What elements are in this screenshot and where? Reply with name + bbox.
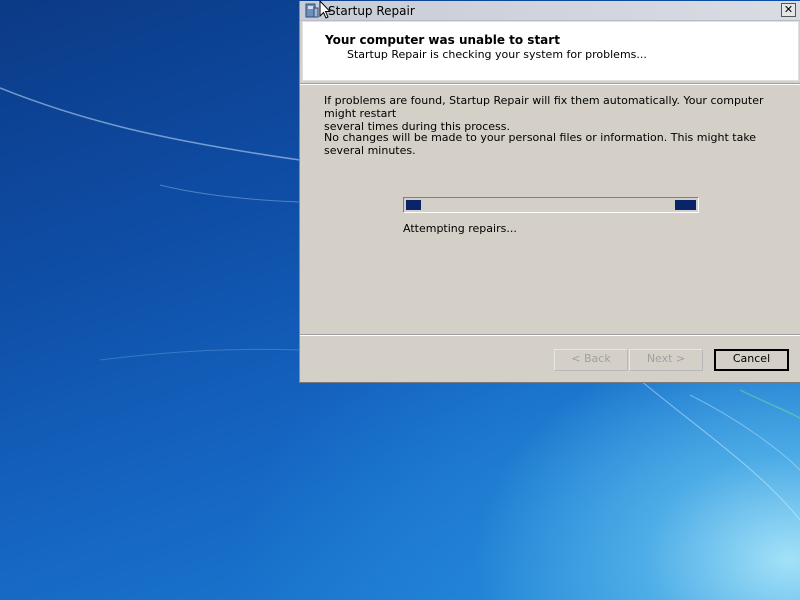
progress-status: Attempting repairs... <box>403 222 517 235</box>
back-button[interactable]: < Back <box>554 349 628 371</box>
header-panel: Your computer was unable to start Startu… <box>302 21 799 81</box>
startup-repair-icon <box>305 3 319 18</box>
footer-divider <box>300 334 800 336</box>
progress-marquee-block-right <box>675 200 696 210</box>
startup-repair-dialog: Startup Repair ✕ Your computer was unabl… <box>299 1 800 383</box>
window-title: Startup Repair <box>328 4 415 18</box>
page-subtitle: Startup Repair is checking your system f… <box>347 48 647 61</box>
mouse-pointer-icon <box>319 0 331 19</box>
header-divider <box>300 83 800 85</box>
info-paragraph-1: If problems are found, Startup Repair wi… <box>324 94 784 133</box>
close-button[interactable]: ✕ <box>781 3 796 17</box>
next-button[interactable]: Next > <box>629 349 703 371</box>
cancel-button[interactable]: Cancel <box>714 349 789 371</box>
progress-bar <box>403 197 699 213</box>
info-paragraph-2: No changes will be made to your personal… <box>324 131 757 157</box>
title-bar[interactable]: Startup Repair ✕ <box>300 1 800 21</box>
page-title: Your computer was unable to start <box>325 33 560 47</box>
close-icon: ✕ <box>783 3 794 16</box>
progress-marquee-block-left <box>406 200 421 210</box>
info-paragraph-1-line-1: If problems are found, Startup Repair wi… <box>324 94 764 120</box>
